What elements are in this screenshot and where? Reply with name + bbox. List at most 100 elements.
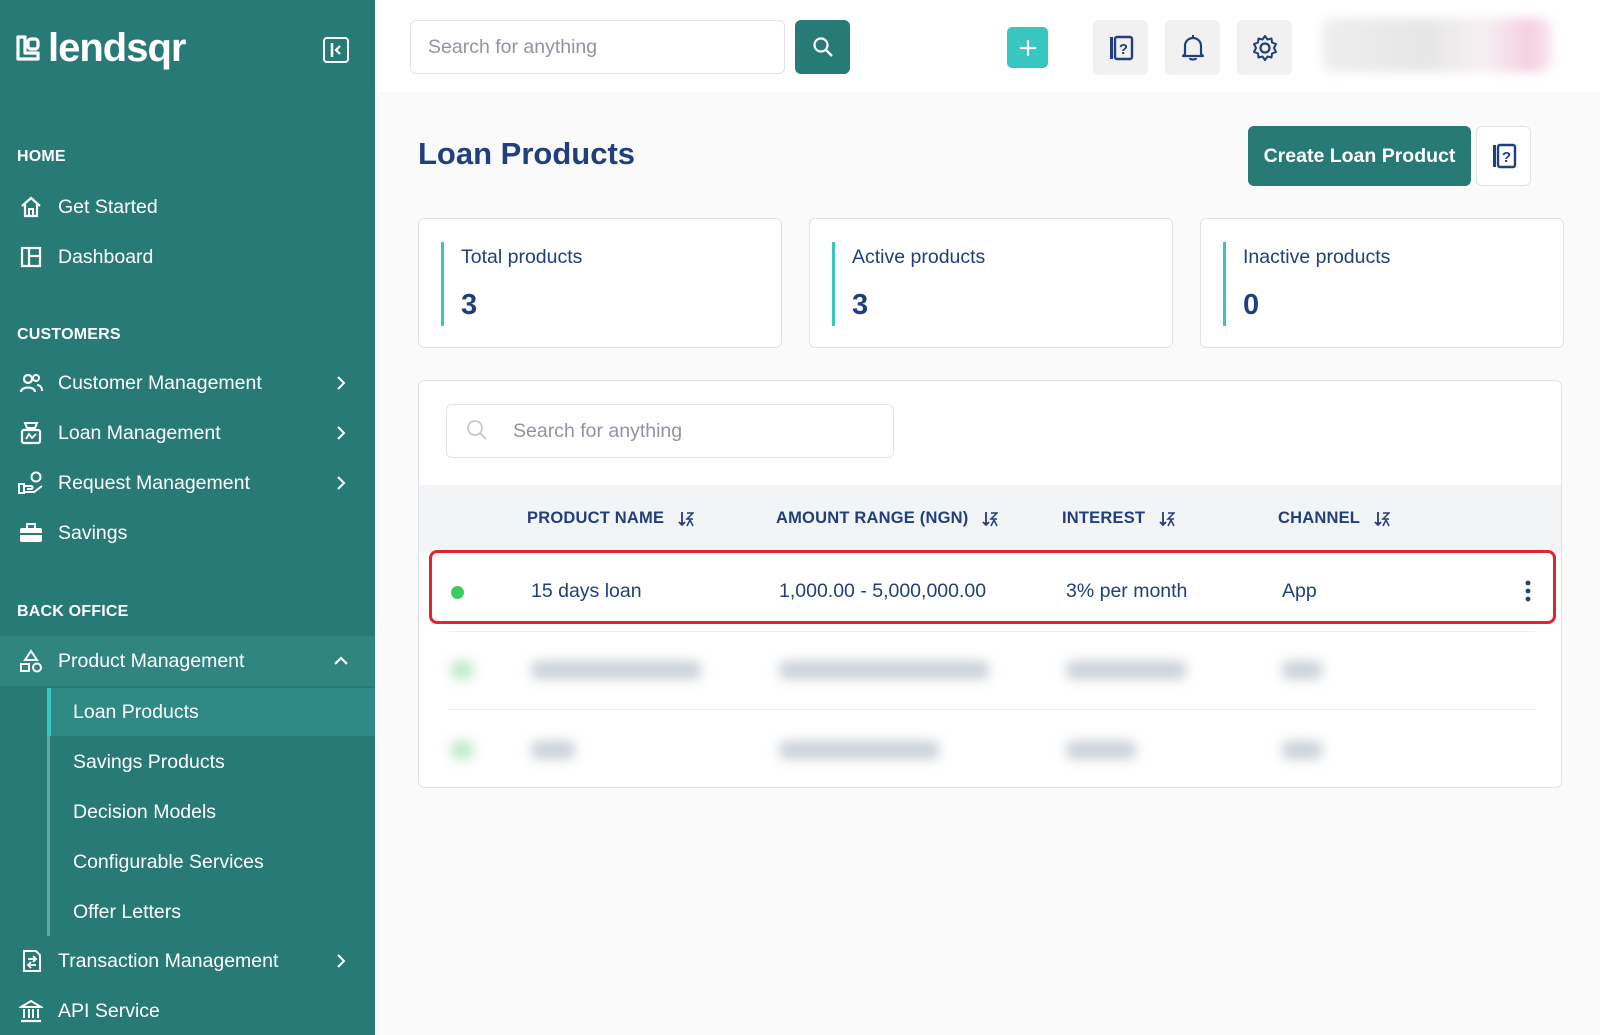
- sidebar-item-request-management[interactable]: Request Management: [0, 461, 375, 505]
- brand-logo[interactable]: lendsqr: [16, 26, 186, 70]
- stat-accent-bar: [441, 242, 444, 326]
- sidebar-item-label: Transaction Management: [58, 949, 279, 972]
- chevron-up-icon: [334, 656, 348, 665]
- global-search-button[interactable]: [795, 20, 850, 74]
- page-help-button[interactable]: ?: [1476, 126, 1531, 186]
- stat-value: 3: [852, 289, 869, 321]
- column-header-amount-range[interactable]: AMOUNT RANGE (NGN): [776, 509, 999, 528]
- submenu-item-offer-letters[interactable]: Offer Letters: [73, 890, 181, 934]
- row-divider: [449, 709, 1535, 710]
- stat-value: 3: [461, 289, 478, 321]
- column-header-label: PRODUCT NAME: [527, 509, 665, 527]
- table-row-redacted[interactable]: [449, 633, 1535, 703]
- transaction-icon: [18, 948, 44, 974]
- home-icon: [18, 194, 44, 220]
- stat-card-inactive: Inactive products 0: [1200, 218, 1564, 348]
- search-icon: [467, 420, 487, 440]
- gear-icon: [1252, 34, 1277, 61]
- column-header-interest[interactable]: INTEREST: [1062, 509, 1176, 528]
- help-book-icon: ?: [1492, 143, 1516, 169]
- submenu-item-configurable-services[interactable]: Configurable Services: [73, 840, 264, 884]
- table-row-redacted[interactable]: [449, 713, 1535, 783]
- chevron-right-icon: [337, 426, 346, 440]
- sidebar-item-label: Request Management: [58, 471, 250, 494]
- cell-amount-range: 1,000.00 - 5,000,000.00: [779, 580, 987, 602]
- bell-icon: [1181, 34, 1204, 61]
- section-title-home: HOME: [17, 148, 66, 165]
- cell-channel: App: [1282, 580, 1317, 602]
- stat-label: Total products: [461, 246, 583, 268]
- table-search-placeholder: Search for anything: [513, 420, 683, 442]
- table-row[interactable]: 15 days loan 1,000.00 - 5,000,000.00 3% …: [419, 553, 1561, 631]
- chevron-right-icon: [337, 376, 346, 390]
- submenu-item-loan-products[interactable]: Loan Products: [73, 690, 199, 734]
- submenu-item-decision-models[interactable]: Decision Models: [73, 790, 216, 834]
- cell-interest: 3% per month: [1066, 580, 1188, 602]
- notifications-button[interactable]: [1165, 20, 1220, 75]
- sidebar-item-savings[interactable]: Savings: [0, 511, 375, 555]
- loan-icon: [18, 420, 44, 446]
- dashboard-icon: [18, 244, 44, 270]
- user-profile-menu[interactable]: [1322, 18, 1552, 72]
- column-header-label: INTEREST: [1062, 509, 1146, 527]
- submenu-active-indicator: [47, 688, 51, 736]
- submenu-item-savings-products[interactable]: Savings Products: [73, 740, 225, 784]
- chevron-right-icon: [337, 476, 346, 490]
- sidebar-item-product-management[interactable]: Product Management: [0, 636, 375, 686]
- collapse-sidebar-icon[interactable]: [323, 37, 349, 63]
- sidebar-item-label: Customer Management: [58, 371, 262, 394]
- brand-name: lendsqr: [48, 26, 186, 70]
- svg-text:?: ?: [1501, 149, 1510, 166]
- section-title-back-office: BACK OFFICE: [17, 603, 129, 620]
- shapes-icon: [18, 648, 44, 674]
- page-title: Loan Products: [418, 136, 636, 171]
- chevron-right-icon: [337, 954, 346, 968]
- sidebar-item-customer-management[interactable]: Customer Management: [0, 361, 375, 405]
- products-table-card: Search for anything PRODUCT NAME AMOUNT …: [418, 380, 1562, 788]
- sidebar-item-dashboard[interactable]: Dashboard: [0, 235, 375, 279]
- sort-icon: [982, 511, 999, 526]
- stat-label: Inactive products: [1243, 246, 1391, 268]
- briefcase-icon: [18, 520, 44, 546]
- sort-icon: [678, 511, 695, 526]
- sidebar-item-loan-management[interactable]: Loan Management: [0, 411, 375, 455]
- stat-label: Active products: [852, 246, 986, 268]
- stat-accent-bar: [1223, 242, 1226, 326]
- sidebar-item-label: Get Started: [58, 195, 158, 218]
- section-title-customers: CUSTOMERS: [17, 326, 121, 343]
- sidebar-item-label: Loan Management: [58, 421, 221, 444]
- stat-value: 0: [1243, 289, 1260, 321]
- help-book-icon: ?: [1109, 35, 1133, 60]
- cell-product-name: 15 days loan: [531, 580, 642, 602]
- stat-card-total: Total products 3: [418, 218, 782, 348]
- create-loan-product-button[interactable]: Create Loan Product: [1248, 126, 1471, 186]
- plus-icon: [1019, 39, 1036, 56]
- sidebar-item-label: API Service: [58, 999, 160, 1022]
- column-header-channel[interactable]: CHANNEL: [1278, 509, 1391, 528]
- row-divider: [449, 631, 1535, 632]
- sidebar-item-label: Product Management: [58, 649, 245, 672]
- lendsqr-logo-icon: [16, 35, 40, 61]
- quick-add-button[interactable]: [1007, 27, 1048, 68]
- help-docs-button[interactable]: ?: [1093, 20, 1148, 75]
- column-header-label: CHANNEL: [1278, 509, 1361, 527]
- global-search-input[interactable]: Search for anything: [410, 20, 785, 74]
- search-icon: [812, 37, 833, 57]
- stat-card-active: Active products 3: [809, 218, 1173, 348]
- settings-button[interactable]: [1237, 20, 1292, 75]
- table-search-input[interactable]: Search for anything: [446, 404, 894, 458]
- sort-icon: [1159, 511, 1176, 526]
- column-header-label: AMOUNT RANGE (NGN): [776, 509, 969, 527]
- users-icon: [18, 370, 44, 396]
- sidebar-item-transaction-management[interactable]: Transaction Management: [0, 939, 375, 983]
- more-options-icon[interactable]: [1525, 579, 1531, 603]
- stat-accent-bar: [832, 242, 835, 326]
- svg-text:?: ?: [1118, 41, 1127, 58]
- sidebar-item-label: Dashboard: [58, 245, 154, 268]
- sort-icon: [1374, 511, 1391, 526]
- sidebar-item-label: Savings: [58, 521, 128, 544]
- column-header-product-name[interactable]: PRODUCT NAME: [527, 509, 695, 528]
- table-header: PRODUCT NAME AMOUNT RANGE (NGN) INTEREST…: [419, 485, 1561, 553]
- sidebar-item-api-service[interactable]: API Service: [0, 989, 375, 1033]
- sidebar-item-get-started[interactable]: Get Started: [0, 185, 375, 229]
